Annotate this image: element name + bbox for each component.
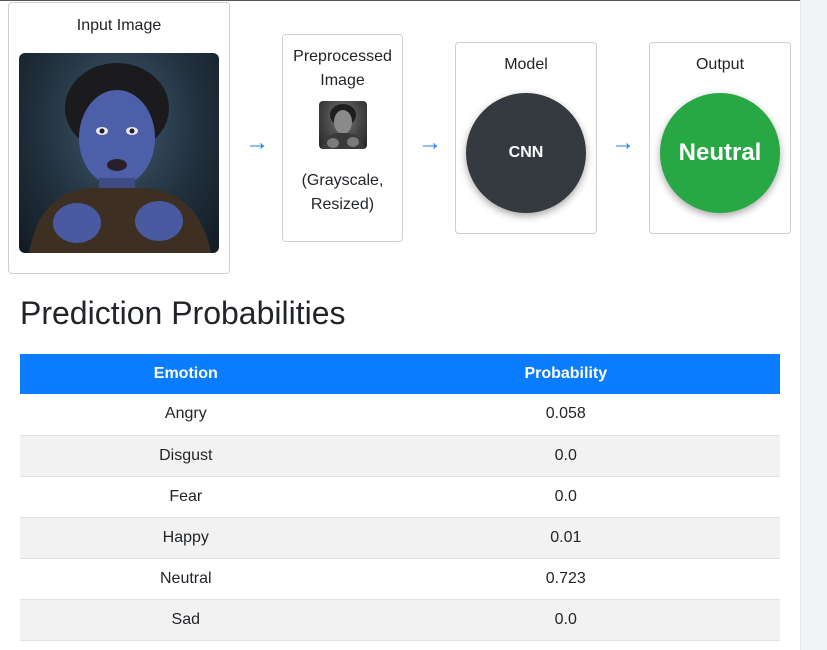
table-row: Happy 0.01 xyxy=(20,517,780,559)
input-image-card: Input Image xyxy=(8,2,230,274)
table-row: Fear 0.0 xyxy=(20,476,780,518)
preprocessed-thumbnail xyxy=(319,101,367,149)
table-row: Angry 0.058 xyxy=(20,394,780,436)
predictions-heading: Prediction Probabilities xyxy=(20,295,346,331)
table-row: Disgust 0.0 xyxy=(20,435,780,477)
input-photo xyxy=(19,53,219,253)
arrow-right-icon: → xyxy=(611,129,635,156)
probability-cell: 0.0 xyxy=(351,476,780,518)
probability-cell: 0.0 xyxy=(351,599,780,641)
output-card: Output Neutral xyxy=(649,42,791,234)
emotion-cell: Disgust xyxy=(20,435,352,477)
column-header-emotion: Emotion xyxy=(20,354,352,394)
emotion-cell: Neutral xyxy=(20,558,352,600)
face-portrait-image xyxy=(29,63,211,253)
probability-cell: 0.01 xyxy=(351,517,780,559)
preprocessed-caption-line2: Resized) xyxy=(310,196,375,213)
column-header-probability: Probability xyxy=(351,354,780,394)
preprocessed-title-line2: Image xyxy=(320,72,365,89)
model-label: CNN xyxy=(508,144,544,161)
output-circle: Neutral xyxy=(660,93,780,213)
emotion-cell: Happy xyxy=(20,517,352,559)
table-header-row: Emotion Probability xyxy=(20,354,780,394)
table-row: Neutral 0.723 xyxy=(20,558,780,600)
top-border xyxy=(0,0,800,1)
emotion-cell: Fear xyxy=(20,476,352,518)
model-title: Model xyxy=(504,56,548,73)
table-row: Sad 0.0 xyxy=(20,599,780,641)
preprocessed-image-card: Preprocessed Image (Grayscale, Resized) xyxy=(282,34,403,242)
probability-cell: 0.0 xyxy=(351,435,780,477)
emotion-cell: Angry xyxy=(20,394,352,436)
model-circle: CNN xyxy=(466,93,586,213)
arrow-right-icon: → xyxy=(245,129,269,156)
preprocessed-title-line1: Preprocessed xyxy=(293,48,392,65)
probability-cell: 0.058 xyxy=(351,394,780,436)
probabilities-table: Emotion Probability Angry 0.058 Disgust … xyxy=(20,354,780,641)
output-title: Output xyxy=(695,56,745,73)
probability-cell: 0.723 xyxy=(351,558,780,600)
model-card: Model CNN xyxy=(455,42,597,234)
emotion-cell: Sad xyxy=(20,599,352,641)
arrow-right-icon: → xyxy=(418,129,442,156)
input-image-title: Input Image xyxy=(76,17,162,34)
page-scrollbar[interactable] xyxy=(800,0,827,650)
preprocessed-caption-line1: (Grayscale, xyxy=(301,172,384,189)
grayscale-face-image xyxy=(321,104,365,149)
output-label: Neutral xyxy=(678,139,762,166)
